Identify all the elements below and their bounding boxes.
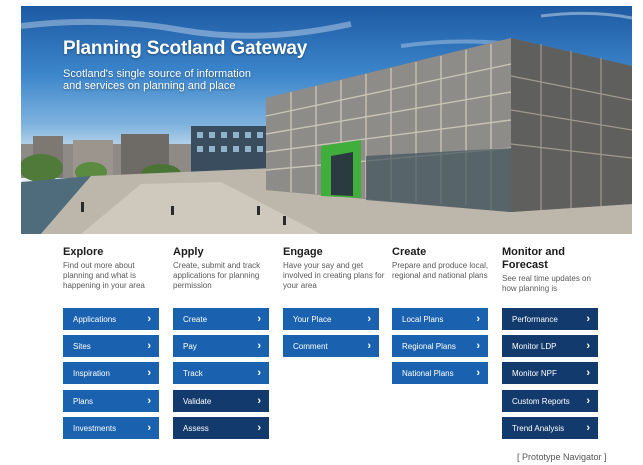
chevron-right-icon: › (147, 312, 151, 325)
column-heading: Explore (63, 246, 104, 258)
performance-button[interactable]: Performance › (502, 308, 598, 330)
column-description: Have your say and get involved in creati… (283, 261, 385, 290)
button-label: Comment (293, 341, 328, 351)
chevron-right-icon: › (147, 421, 151, 434)
button-label: Monitor NPF (512, 368, 557, 378)
column-description: Prepare and produce local, regional and … (392, 261, 489, 280)
national-plans-button[interactable]: National Plans › (392, 362, 488, 384)
button-label: Monitor LDP (512, 341, 557, 351)
column-heading: Create (392, 246, 427, 258)
applications-button[interactable]: Applications › (63, 308, 159, 330)
button-label: Sites (73, 341, 91, 351)
button-label: Inspiration (73, 368, 110, 378)
chevron-right-icon: › (257, 366, 261, 379)
hero-banner: Planning Scotland Gateway Scotland's sin… (21, 6, 632, 234)
pay-button[interactable]: Pay › (173, 335, 269, 357)
chevron-right-icon: › (476, 312, 480, 325)
column-engage: Engage Have your say and get involved in… (283, 246, 387, 291)
create-application-button[interactable]: Create › (173, 308, 269, 330)
button-label: Your Place (293, 314, 332, 324)
chevron-right-icon: › (367, 339, 371, 352)
hero-subtitle: Scotland's single source of information … (63, 68, 251, 92)
button-label: Custom Reports (512, 396, 570, 406)
button-label: Plans (73, 396, 94, 406)
chevron-right-icon: › (147, 394, 151, 407)
your-place-button[interactable]: Your Place › (283, 308, 379, 330)
button-label: Local Plans (402, 314, 444, 324)
inspiration-button[interactable]: Inspiration › (63, 362, 159, 384)
comment-button[interactable]: Comment › (283, 335, 379, 357)
monitor-ldp-button[interactable]: Monitor LDP › (502, 335, 598, 357)
column-create: Create Prepare and produce local, region… (392, 246, 496, 281)
chevron-right-icon: › (257, 421, 261, 434)
local-plans-button[interactable]: Local Plans › (392, 308, 488, 330)
plans-button[interactable]: Plans › (63, 390, 159, 412)
chevron-right-icon: › (586, 312, 590, 325)
chevron-right-icon: › (586, 366, 590, 379)
column-heading: Monitor and Forecast (502, 246, 565, 271)
column-monitor-forecast: Monitor and Forecast See real time updat… (502, 246, 606, 294)
regional-plans-button[interactable]: Regional Plans › (392, 335, 488, 357)
button-label: National Plans (402, 368, 454, 378)
chevron-right-icon: › (257, 339, 261, 352)
button-label: Pay (183, 341, 197, 351)
button-label: Create (183, 314, 208, 324)
chevron-right-icon: › (367, 312, 371, 325)
button-label: Performance (512, 314, 558, 324)
chevron-right-icon: › (257, 312, 261, 325)
column-heading: Apply (173, 246, 204, 258)
column-description: See real time updates on how planning is (502, 274, 591, 293)
assess-button[interactable]: Assess › (173, 417, 269, 439)
button-label: Regional Plans (402, 341, 456, 351)
custom-reports-button[interactable]: Custom Reports › (502, 390, 598, 412)
chevron-right-icon: › (586, 421, 590, 434)
button-label: Track (183, 368, 203, 378)
button-label: Validate (183, 396, 212, 406)
button-label: Assess (183, 423, 209, 433)
chevron-right-icon: › (476, 366, 480, 379)
chevron-right-icon: › (586, 394, 590, 407)
column-apply: Apply Create, submit and track applicati… (173, 246, 277, 291)
monitor-npf-button[interactable]: Monitor NPF › (502, 362, 598, 384)
chevron-right-icon: › (586, 339, 590, 352)
track-button[interactable]: Track › (173, 362, 269, 384)
button-label: Trend Analysis (512, 423, 565, 433)
column-description: Find out more about planning and what is… (63, 261, 145, 290)
trend-analysis-button[interactable]: Trend Analysis › (502, 417, 598, 439)
prototype-navigator-label: [ Prototype Navigator ] (517, 452, 607, 462)
chevron-right-icon: › (147, 339, 151, 352)
sites-button[interactable]: Sites › (63, 335, 159, 357)
chevron-right-icon: › (257, 394, 261, 407)
chevron-right-icon: › (476, 339, 480, 352)
chevron-right-icon: › (147, 366, 151, 379)
validate-button[interactable]: Validate › (173, 390, 269, 412)
button-label: Investments (73, 423, 117, 433)
investments-button[interactable]: Investments › (63, 417, 159, 439)
column-explore: Explore Find out more about planning and… (63, 246, 167, 291)
column-heading: Engage (283, 246, 323, 258)
button-label: Applications (73, 314, 117, 324)
hero-title: Planning Scotland Gateway (63, 38, 308, 59)
column-description: Create, submit and track applications fo… (173, 261, 261, 290)
